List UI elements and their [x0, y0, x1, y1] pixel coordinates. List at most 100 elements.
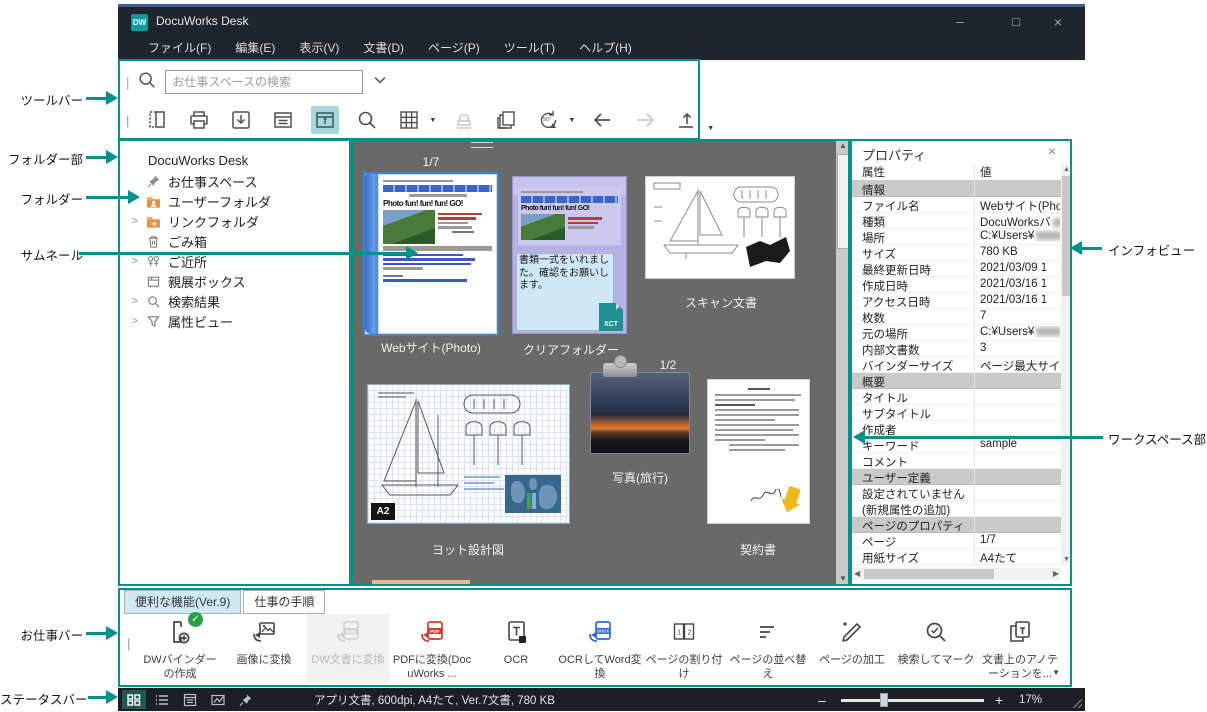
zoom-in-button[interactable]: +: [995, 692, 1003, 708]
menu-item[interactable]: ツール(T): [504, 39, 555, 56]
workspace-scrollbar[interactable]: ▲ ▼: [836, 139, 850, 586]
workbar-button-label: PDFに変換(DocuWorks ...: [390, 654, 474, 682]
workbar-button[interactable]: OCR: [474, 614, 558, 682]
workspace-search-input[interactable]: [165, 70, 363, 94]
new-document-icon[interactable]: [143, 106, 171, 134]
docuworks-window: DW DocuWorks Desk – □ × ファイル(F)編集(E)表示(V…: [118, 4, 1085, 711]
close-button[interactable]: ×: [1042, 9, 1074, 35]
thumbnail-contract[interactable]: [707, 379, 810, 524]
thumbnail-yacht-plan[interactable]: A2: [367, 384, 570, 524]
scroll-up-icon[interactable]: ▲: [1061, 164, 1072, 175]
list-view-icon[interactable]: [150, 690, 174, 709]
dropdown-caret-icon[interactable]: ▼: [707, 125, 714, 132]
scroll-left-icon[interactable]: ◀: [854, 569, 860, 578]
resize-grip[interactable]: [1072, 698, 1082, 708]
menu-item[interactable]: ファイル(F): [148, 39, 211, 56]
menu-item[interactable]: ページ(P): [428, 39, 480, 56]
property-name: 元の場所: [862, 326, 908, 342]
import-icon[interactable]: [227, 106, 255, 134]
rotate-90-icon[interactable]: 90°: [534, 106, 562, 134]
menu-item[interactable]: 表示(V): [299, 39, 339, 56]
grid-layout-icon[interactable]: [395, 106, 423, 134]
thumbnail-caption: ヨット設計図: [398, 541, 538, 558]
document-info-text: アプリ文書, 600dpi, A4たて, Ver.7文書, 780 KB: [314, 692, 555, 708]
workbar-button[interactable]: 12ページの割り付け: [642, 614, 726, 682]
property-name: 内部文書数: [862, 342, 920, 358]
thumbnail-scan-document[interactable]: [645, 176, 795, 279]
forward-icon[interactable]: [631, 106, 659, 134]
copy-document-icon[interactable]: [492, 106, 520, 134]
workbar-tab[interactable]: 便利な機能(Ver.9): [124, 590, 241, 614]
property-value: 2021/03/16 1: [980, 294, 1047, 306]
folder-item[interactable]: お仕事スペース: [118, 171, 351, 191]
print-icon[interactable]: [185, 106, 213, 134]
expander-icon[interactable]: >: [132, 216, 142, 227]
stamp-icon[interactable]: [450, 106, 478, 134]
tree-root-label[interactable]: DocuWorks Desk: [118, 151, 351, 171]
toolbar-drag-handle[interactable]: |: [126, 113, 129, 128]
thumbnail-travel-photo[interactable]: [590, 372, 690, 454]
thumbnail-caption: 契約書: [688, 541, 828, 558]
page-view-icon[interactable]: [178, 690, 202, 709]
workbar-drag-handle[interactable]: |: [127, 636, 130, 651]
workbar-tab[interactable]: 仕事の手順: [243, 590, 325, 614]
infoview-hscrollbar[interactable]: ◀ ▶: [852, 568, 1061, 580]
annotation-copy-icon: [1006, 618, 1034, 646]
scroll-down-icon[interactable]: ▼: [1061, 554, 1072, 565]
workbar-button[interactable]: DOCXOCRしてWord変換: [558, 614, 642, 682]
scroll-down-icon[interactable]: ▼: [836, 572, 850, 586]
scrollbar-thumb[interactable]: [837, 154, 849, 249]
scrollbar-thumb[interactable]: [1062, 176, 1071, 296]
zoom-out-button[interactable]: –: [818, 692, 826, 708]
folder-item[interactable]: >リンクフォルダ: [118, 211, 351, 231]
workbar-button[interactable]: ページの加工: [810, 614, 894, 682]
info-view-icon[interactable]: [311, 106, 339, 134]
folder-item[interactable]: >検索結果: [118, 291, 351, 311]
thumbnail-clear-folder[interactable]: Photo fun! fun! fun! GO! 書類一式をいれました。確認をお…: [512, 176, 627, 334]
dropdown-caret-icon[interactable]: ▼: [429, 117, 436, 124]
menu-item[interactable]: ヘルプ(H): [579, 39, 632, 56]
chevron-down-icon[interactable]: [371, 71, 389, 94]
back-icon[interactable]: [589, 106, 617, 134]
expander-icon[interactable]: >: [132, 296, 142, 307]
toolbar-drag-handle[interactable]: |: [126, 75, 129, 90]
workbar-button[interactable]: XDWDW文書に変換: [306, 614, 390, 682]
splitter-handle[interactable]: [471, 142, 493, 148]
image-convert-icon: [250, 618, 278, 646]
close-icon[interactable]: ×: [1048, 143, 1056, 159]
menu-item[interactable]: 文書(D): [363, 39, 404, 56]
scroll-right-icon[interactable]: ▶: [1053, 569, 1059, 578]
workbar-button[interactable]: ✓DWバインダーの作成: [138, 614, 222, 682]
mini-doc-title: Photo fun! fun! fun! GO!: [521, 205, 618, 212]
workspace-view-icon[interactable]: [234, 690, 258, 709]
scroll-up-icon[interactable]: ▲: [836, 139, 850, 153]
workbar-button[interactable]: PDFPDFに変換(DocuWorks ...: [390, 614, 474, 682]
dropdown-caret-icon[interactable]: ▼: [568, 117, 575, 124]
expander-icon[interactable]: >: [132, 256, 142, 267]
workbar-button[interactable]: ページの並べ替え: [726, 614, 810, 682]
paper-size-badge: A2: [371, 503, 395, 520]
expander-icon[interactable]: >: [132, 316, 142, 327]
viewer-window-icon[interactable]: [269, 106, 297, 134]
folder-item[interactable]: 親展ボックス: [118, 271, 351, 291]
maximize-button[interactable]: □: [1000, 9, 1032, 35]
annotation-view-icon[interactable]: [206, 690, 230, 709]
search-icon[interactable]: [353, 106, 381, 134]
scrollbar-thumb[interactable]: [864, 569, 994, 579]
zoom-slider-thumb[interactable]: [880, 693, 888, 707]
minimize-button[interactable]: –: [944, 9, 976, 35]
infoview-vscrollbar[interactable]: ▲ ▼: [1061, 164, 1072, 565]
menu-item[interactable]: 編集(E): [235, 39, 275, 56]
property-section-row: 情報: [852, 181, 1061, 197]
workbar-button[interactable]: 文書上のアノテーションを...: [978, 614, 1062, 682]
zoom-slider-track[interactable]: [841, 699, 984, 702]
folder-item[interactable]: ユーザーフォルダ: [118, 191, 351, 211]
up-level-icon[interactable]: [673, 106, 701, 134]
workbar-button-label: 検索してマーク: [894, 654, 978, 668]
folder-item[interactable]: ごみ箱: [118, 231, 351, 251]
thumbnail-view-icon[interactable]: [122, 690, 146, 709]
workbar-button[interactable]: 検索してマーク: [894, 614, 978, 682]
folder-item[interactable]: >属性ビュー: [118, 311, 351, 331]
workbar-button[interactable]: 画像に変換: [222, 614, 306, 682]
workbar-overflow-button[interactable]: ▼: [1052, 668, 1060, 677]
